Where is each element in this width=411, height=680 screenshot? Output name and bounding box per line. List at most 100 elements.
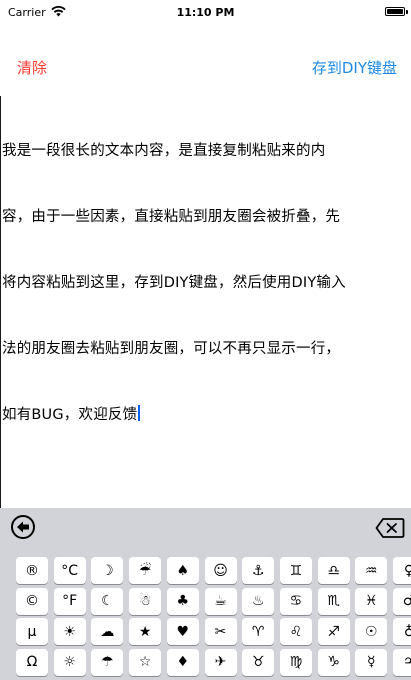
symbol-key[interactable]: ♎	[317, 557, 350, 584]
symbol-key[interactable]: ♀	[393, 557, 411, 584]
editor-line: 我是一段很长的文本内容，是直接复制粘贴来的内	[2, 143, 326, 159]
symbol-key-label: Ω	[26, 654, 38, 670]
symbol-key[interactable]: ♓	[355, 587, 388, 615]
symbol-key[interactable]: ☃	[129, 587, 162, 615]
save-to-diy-keyboard-button[interactable]: 存到DIY键盘	[312, 57, 397, 78]
symbol-key[interactable]: ✂	[204, 618, 237, 645]
symbol-key[interactable]: ☕	[204, 587, 237, 615]
symbol-key-label: ♨	[251, 593, 265, 609]
symbol-key[interactable]: ♥	[166, 618, 199, 645]
symbol-key-label: ♦	[176, 654, 190, 670]
symbol-key[interactable]: ♋	[279, 587, 312, 615]
symbol-key[interactable]: ♁	[393, 618, 411, 645]
symbol-key[interactable]: ☺	[204, 557, 237, 584]
symbol-key[interactable]: ☆	[129, 648, 162, 676]
symbol-key[interactable]: ♨	[242, 587, 275, 615]
symbol-key[interactable]: ☾	[91, 587, 124, 615]
symbol-key[interactable]: ♒	[355, 557, 388, 584]
symbol-key[interactable]: Ω	[16, 648, 48, 676]
symbol-key-label: ©	[25, 593, 39, 609]
keyboard-back-button[interactable]	[10, 514, 36, 540]
symbol-key[interactable]: ♣	[166, 587, 199, 615]
symbol-key[interactable]: ®	[16, 557, 48, 584]
symbol-key-label: ☀	[63, 623, 76, 640]
symbol-key-label: ☼	[63, 654, 76, 670]
symbol-key-label: ☔	[138, 562, 152, 579]
symbol-key[interactable]: ✈	[204, 648, 237, 676]
symbol-key-label: ♁	[403, 623, 411, 640]
symbol-key[interactable]: ⚓	[242, 557, 275, 584]
symbol-key[interactable]: °C	[53, 557, 86, 584]
symbol-key[interactable]: ♦	[166, 648, 199, 676]
symbol-key-label: ☁	[100, 623, 115, 640]
symbol-key-label: ☿	[367, 654, 376, 670]
symbol-key[interactable]: ©	[16, 587, 48, 615]
symbol-key[interactable]: ♑	[317, 648, 350, 676]
battery-icon	[385, 7, 405, 16]
symbol-key-label: ♀	[403, 562, 411, 579]
editor-left-border	[0, 96, 1, 508]
symbol-key-label: ♍	[289, 654, 303, 670]
symbol-key[interactable]: ★	[129, 618, 162, 645]
symbol-key[interactable]: ☀	[53, 618, 86, 645]
symbol-key-label: ♉	[251, 654, 265, 670]
symbol-key-label: ♐	[327, 623, 340, 640]
symbol-key-label: ☉	[365, 623, 378, 640]
symbol-key-label: ☾	[101, 593, 114, 609]
symbol-key[interactable]: ♏	[317, 587, 350, 615]
symbol-key[interactable]: ♉	[242, 648, 275, 676]
symbol-key[interactable]: ☁	[91, 618, 124, 645]
symbol-key-label: ⚓	[251, 562, 265, 579]
symbol-key[interactable]: ☿	[355, 648, 388, 676]
symbol-key[interactable]: ☂	[91, 648, 124, 676]
status-bar: Carrier 11:10 PM	[0, 0, 411, 24]
symbol-key-label: µ	[27, 623, 37, 640]
editor-line: 法的朋友圈去粘贴到朋友圈，可以不再只显示一行，	[2, 341, 341, 357]
symbol-key[interactable]: ♃	[393, 648, 411, 676]
nav-bar: 清除 存到DIY键盘	[0, 48, 411, 88]
symbol-key-label: ♒	[365, 562, 378, 579]
symbol-key[interactable]: ♊	[279, 557, 312, 584]
symbol-key[interactable]: ☼	[53, 648, 86, 676]
symbol-key-label: ★	[138, 623, 152, 640]
clear-button[interactable]: 清除	[17, 57, 47, 78]
keyboard-delete-button[interactable]	[375, 517, 405, 539]
symbol-key-label: ♂	[402, 593, 411, 609]
symbol-key-label: ♏	[327, 593, 340, 609]
symbol-key-label: ♣	[176, 593, 190, 609]
clock: 11:10 PM	[176, 6, 235, 19]
symbol-key-label: ♌	[289, 623, 303, 640]
symbol-key[interactable]: ♈	[242, 618, 275, 645]
text-editor[interactable]: 我是一段很长的文本内容，是直接复制粘贴来的内 容，由于一些因素，直接粘贴到朋友圈…	[2, 96, 400, 496]
symbol-key-label: ♑	[327, 654, 340, 670]
symbol-key-label: °F	[62, 593, 78, 609]
battery-cap	[406, 10, 408, 14]
symbol-key[interactable]: ♐	[317, 618, 350, 645]
symbol-key-label: ✂	[214, 623, 227, 640]
symbol-key[interactable]: ♂	[393, 587, 411, 615]
symbol-key[interactable]: ☉	[355, 618, 388, 645]
symbol-key-label: ♓	[365, 593, 378, 609]
symbol-key[interactable]: µ	[16, 618, 48, 645]
symbol-key-label: ☺	[213, 562, 228, 579]
symbol-key-label: ♋	[289, 593, 303, 609]
symbol-key-label: °C	[61, 562, 79, 579]
symbol-key-label: ♊	[289, 562, 303, 579]
symbol-key[interactable]: ♍	[279, 648, 312, 676]
symbol-key[interactable]: ♌	[279, 618, 312, 645]
symbol-key[interactable]: ☽	[91, 557, 124, 584]
symbol-key-label: ♥	[176, 623, 190, 640]
symbol-key-label: ☆	[138, 654, 152, 670]
symbol-key-label: ☃	[138, 593, 152, 609]
symbol-keyboard: ® °C ☽ ☔ ♠ ☺ ⚓ ♊ ♎ ♒ ♀ © °F ☾ ☃ ♣ ☕ ♨ ♋ ♏ ♓ ♂ µ ☀ ☁ ★ ♥ ✂ ♈ ♌ ♐ ☉ ♁ Ω ☼ ☂ ☆ ♦…	[0, 508, 411, 680]
backspace-icon	[375, 518, 405, 538]
symbol-key-label: ♎	[327, 562, 340, 579]
symbol-key[interactable]: °F	[53, 587, 86, 615]
symbol-key-label: ♃	[402, 654, 411, 670]
symbol-key-label: ☽	[101, 562, 114, 579]
symbol-key-label: ☂	[101, 654, 114, 670]
symbol-key-label: ☕	[214, 593, 227, 609]
symbol-key[interactable]: ♠	[166, 557, 199, 584]
editor-line-last: 如有BUG，欢迎反馈	[2, 404, 400, 426]
symbol-key[interactable]: ☔	[129, 557, 162, 584]
